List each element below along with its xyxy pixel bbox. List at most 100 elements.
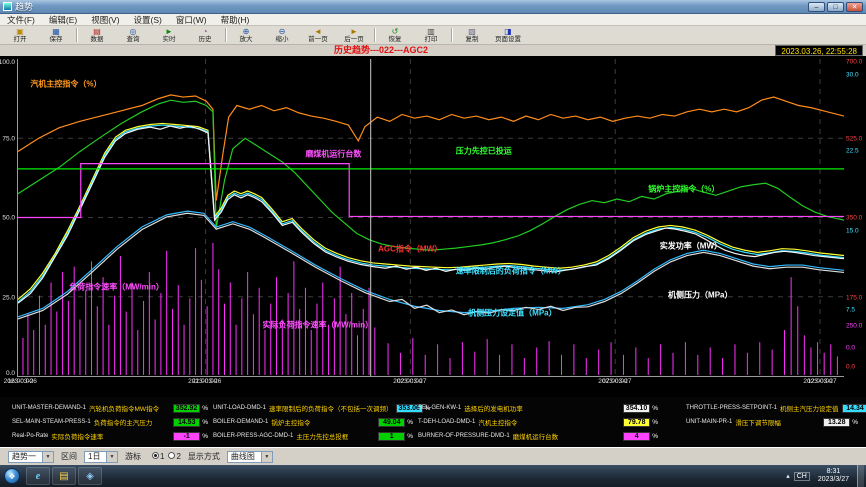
trend-chart-area[interactable]: 100.075.050.025.00.0 汽机主控指令（%）磨煤机运行台数压力先… <box>0 56 866 397</box>
language-indicator[interactable]: CH <box>794 472 810 481</box>
toolbar-button-5[interactable]: ◔历史 <box>187 26 223 44</box>
legend-entry: SEL-MAIN-STEAM-PRESS-1负荷指令的主汽压力14.53% <box>12 415 208 429</box>
legend-value-box: 14.34 <box>842 404 866 413</box>
legend-desc: 负荷指令的主汽压力 <box>94 417 153 427</box>
toolbar-label-12: 复制 <box>466 36 479 43</box>
legend-tag: SEL-MAIN-STEAM-PRESS-1 <box>12 419 91 425</box>
close-button[interactable]: ✕ <box>846 2 863 12</box>
curve-label-8: 机侧压力设定值（MPa） <box>468 307 556 318</box>
y-axis-right-label-9: 0.0 <box>846 345 855 352</box>
legend-column-3: THROTTLE-PRESS-SETPOINT-1机侧主汽压力设定值14.34%… <box>686 401 858 429</box>
toolbar-button-9[interactable]: ►后一页 <box>336 26 372 44</box>
trend-app-icon[interactable]: ◈ <box>78 467 102 485</box>
toolbar-icon-11: ▥ <box>427 27 435 36</box>
ie-icon[interactable]: e <box>26 467 50 485</box>
legend-tag: UNIT-MAIN-PR-1 <box>686 419 732 425</box>
legend-column-2: SEL-GEN-KW-1选择后的发电机功率354.10%T-DEH-LOAD-D… <box>418 401 658 443</box>
menu-item-5[interactable]: 帮助(H) <box>214 14 257 25</box>
legend-desc: 锅炉主控指令 <box>271 417 310 427</box>
toolbar-icon-5: ◔ <box>203 27 208 36</box>
toolbar-label-1: 保存 <box>50 36 63 43</box>
y-axis-right-label-6: 175.0 <box>846 294 862 301</box>
legend-unit: % <box>407 419 413 426</box>
trend-select[interactable]: 趋势一 ▼ <box>8 451 54 463</box>
toolbar-button-7[interactable]: ⊖缩小 <box>264 26 300 44</box>
display-mode-select[interactable]: 曲线图 ▼ <box>227 451 273 463</box>
trend-plot-svg <box>18 59 844 376</box>
trend-series-2 <box>18 123 844 299</box>
legend-entry: THROTTLE-PRESS-SETPOINT-1机侧主汽压力设定值14.34% <box>686 401 858 415</box>
legend-entry: UNIT-MASTER-DEMAND-1汽轮机负荷指令MW指令 352.92% <box>12 401 208 415</box>
toolbar-label-10: 恢复 <box>389 36 402 43</box>
curve-label-9: 机侧压力（MPa） <box>668 290 732 301</box>
maximize-button[interactable]: □ <box>827 2 844 12</box>
trend-select-value: 趋势一 <box>12 451 36 462</box>
trend-series-6 <box>18 213 844 319</box>
menu-item-4[interactable]: 窗口(W) <box>169 14 214 25</box>
cursor-radio-1[interactable] <box>152 452 159 459</box>
toolbar-button-2[interactable]: ▤数据 <box>79 26 115 44</box>
curve-label-5: 实发功率（MW） <box>660 241 722 252</box>
legend-tag: UNIT-MASTER-DEMAND-1 <box>12 405 86 411</box>
legend-unit: % <box>202 405 208 412</box>
legend-desc: 机侧主汽压力设定值 <box>780 403 839 413</box>
x-axis: 2023-03-2616:00:002023-03-2621:00:002023… <box>17 378 844 396</box>
legend-tag: SEL-GEN-KW-1 <box>418 405 461 411</box>
y-axis-right-label-10: 0.0 <box>846 364 855 371</box>
tray-expand-icon[interactable]: ▴ <box>786 472 790 480</box>
toolbar-separator <box>374 28 375 42</box>
toolbar-button-11[interactable]: ▥打印 <box>413 26 449 44</box>
legend-tag: Real-Po-Rate <box>12 433 48 439</box>
toolbar: ▣打开▦保存▤数据◎查询►实时◔历史⊕放大⊖缩小◄前一页►后一页↺恢复▥打印▧复… <box>0 26 866 45</box>
legend-tag: BOILER-DEMAND-1 <box>213 419 268 425</box>
menu-item-1[interactable]: 编辑(E) <box>42 14 84 25</box>
toolbar-button-10[interactable]: ↺恢复 <box>377 26 413 44</box>
trend-header: 历史趋势---022---AGC2 2023.03.26, 22:55:28 <box>0 45 866 56</box>
plot-area[interactable]: 汽机主控指令（%）磨煤机运行台数压力先控已投运锅炉主控指令（%）AGC指令（MW… <box>17 59 844 377</box>
toolbar-label-7: 缩小 <box>276 36 289 43</box>
toolbar-label-11: 打印 <box>425 36 438 43</box>
toolbar-button-4[interactable]: ►实时 <box>151 26 187 44</box>
toolbar-button-0[interactable]: ▣打开 <box>2 26 38 44</box>
toolbar-icon-10: ↺ <box>392 27 399 36</box>
toolbar-button-6[interactable]: ⊕放大 <box>228 26 264 44</box>
toolbar-button-13[interactable]: ◨页面设置 <box>490 26 526 44</box>
toolbar-icon-12: ▧ <box>468 27 476 36</box>
menu-item-3[interactable]: 设置(S) <box>127 14 169 25</box>
y-axis-right: 700.030.0525.022.5350.015.0175.07.5250.0… <box>845 59 866 377</box>
toolbar-button-12[interactable]: ▧复制 <box>454 26 490 44</box>
menu-item-2[interactable]: 视图(V) <box>84 14 126 25</box>
legend-desc: 汽轮机负荷指令MW指令 <box>89 403 159 413</box>
trend-series-0 <box>18 95 844 201</box>
y-axis-left-label-0: 100.0 <box>0 59 15 66</box>
legend-unit: % <box>852 419 858 426</box>
legend-entry: T-DEH-LOAD-DMD-1汽机主控指令79.78% <box>418 415 658 429</box>
toolbar-label-8: 前一页 <box>308 36 328 43</box>
toolbar-icon-6: ⊕ <box>243 27 250 36</box>
toolbar-button-3[interactable]: ◎查询 <box>115 26 151 44</box>
cursor-radio-label-1: 1 <box>160 452 164 461</box>
legend-unit: % <box>202 419 208 426</box>
legend-column-0: UNIT-MASTER-DEMAND-1汽轮机负荷指令MW指令352.92%SE… <box>12 401 208 443</box>
minimize-button[interactable]: – <box>808 2 825 12</box>
legend-tag: BOILER-PRESS-AGC-DMD-1 <box>213 433 293 439</box>
toolbar-label-0: 打开 <box>14 36 27 43</box>
menu-item-0[interactable]: 文件(F) <box>0 14 42 25</box>
legend-entry: SEL-GEN-KW-1选择后的发电机功率354.10% <box>418 401 658 415</box>
interval-select[interactable]: 1日 ▼ <box>84 451 118 463</box>
y-axis-right-label-1: 30.0 <box>846 71 859 78</box>
taskbar-clock[interactable]: 8:31 2023/3/27 <box>814 468 853 484</box>
legend-unit: % <box>652 405 658 412</box>
toolbar-label-6: 放大 <box>240 36 253 43</box>
y-axis-right-label-2: 525.0 <box>846 135 862 142</box>
start-button[interactable]: ❖ <box>4 468 20 484</box>
toolbar-button-8[interactable]: ◄前一页 <box>300 26 336 44</box>
show-desktop-button[interactable] <box>857 465 864 487</box>
cursor-radio-2[interactable] <box>168 452 175 459</box>
explorer-icon[interactable]: ▤ <box>52 467 76 485</box>
toolbar-button-1[interactable]: ▦保存 <box>38 26 74 44</box>
y-axis-right-label-8: 250.0 <box>846 323 862 330</box>
trend-series-3 <box>18 125 844 302</box>
legend-entry: BOILER-DEMAND-1锅炉主控指令49.04% <box>213 415 413 429</box>
legend-value-box: 352.92 <box>173 404 200 413</box>
